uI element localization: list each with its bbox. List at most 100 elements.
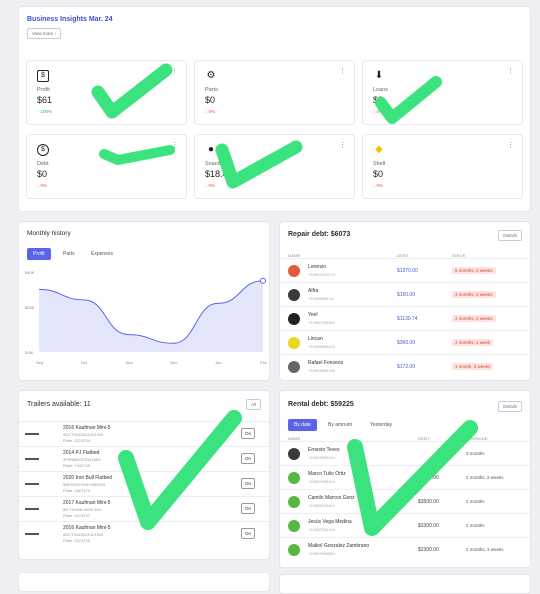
customer-phone: +15592302273 <box>308 272 335 277</box>
avatar <box>288 472 300 484</box>
more-options-icon[interactable]: ⋮ <box>507 67 514 75</box>
customer-name: Jesús Vega Medina <box>308 519 352 525</box>
download-icon: ⬇ <box>374 70 384 81</box>
trailer-plate: Plate: 3274734 <box>63 438 90 443</box>
customer-phone: +15598869445 <box>308 344 335 349</box>
customer-phone: +12032254149 <box>308 527 335 532</box>
table-row[interactable]: Camilo Marcos Gonz +15598294462 $3500.00 2 … <box>280 489 530 514</box>
customer-name: Ernesto Teves <box>308 447 340 453</box>
metric-tile-parts[interactable]: ⚙ ⋮ Parts $0 ↓ 0% <box>194 60 355 125</box>
metric-tile-debt[interactable]: $ ⋮ Debt $0 ↓ 0% <box>26 134 187 199</box>
on-button[interactable]: On <box>241 428 256 439</box>
x-tick-label: Nov <box>126 360 133 365</box>
metric-value: $61 <box>37 95 53 105</box>
customer-phone: +15598855111 <box>308 296 335 301</box>
data-point[interactable] <box>260 277 266 284</box>
metric-change: ↓ 0% <box>205 109 216 114</box>
metric-value: $0 <box>373 95 384 105</box>
table-row[interactable]: Lorenzo +15592302273 $1370.00 5 months, 2 w… <box>280 258 530 283</box>
tab-by-date[interactable]: By date <box>288 419 317 431</box>
metric-tile-snack[interactable]: ● ⋮ Snack $18.4 ↓ 0% <box>194 134 355 199</box>
metric-tile-shell[interactable]: ◆ ⋮ Shell $0 ↓ 0% <box>362 134 523 199</box>
trailer-icon <box>25 483 39 485</box>
more-options-icon[interactable]: ⋮ <box>339 141 346 149</box>
on-button[interactable]: On <box>241 453 256 464</box>
dollar-bill-icon: $ <box>37 70 49 82</box>
on-button[interactable]: On <box>241 478 256 489</box>
trailer-icon <box>25 533 39 535</box>
avatar <box>288 337 300 349</box>
y-tick-label: $-6K <box>25 350 34 355</box>
metric-value: $0 <box>37 169 48 179</box>
on-button[interactable]: On <box>241 528 256 539</box>
snack-icon: ● <box>207 144 215 155</box>
table-row[interactable]: Yeel +13980755352 $1130.74 2 months, 2 week… <box>280 306 530 331</box>
tab-expenses[interactable]: Expenses <box>85 248 119 260</box>
tab-profit[interactable]: Profit <box>27 248 51 260</box>
repair-details-button[interactable]: Details <box>498 230 522 241</box>
customer-phone: +15597866884 <box>308 551 335 556</box>
debt-amount: $150.00 <box>397 292 416 298</box>
table-row[interactable]: Alfra +15598855111 $150.00 3 months, 2 week… <box>280 282 530 307</box>
metric-value: $0 <box>205 95 216 105</box>
view-more-label: View more <box>32 31 54 36</box>
trailers-card: Trailers available: 11 All 2016 Kaufman … <box>18 390 270 560</box>
customer-phone: +15598294462 <box>308 503 335 508</box>
metric-change: ↓ 0% <box>373 109 384 114</box>
x-tick-label: Feb <box>260 360 268 365</box>
overdue-text: 2 months, 3 weeks <box>466 547 504 552</box>
rental-details-button[interactable]: Details <box>498 401 522 412</box>
table-row[interactable]: Rafael Fonseca +15593869198 $172.00 1 month… <box>280 354 530 379</box>
rental-debt-card: Rental debt: $59225 Details By date By a… <box>279 390 531 568</box>
avatar <box>288 544 300 556</box>
customer-name: Alfra <box>308 288 319 294</box>
trailer-row[interactable]: 2014 PJ Flatbed 4P5B8890G3314563 Plate: 74… <box>19 446 269 471</box>
more-options-icon[interactable]: ⋮ <box>171 67 178 75</box>
more-options-icon[interactable]: ⋮ <box>507 141 514 149</box>
customer-name: Rafael Fonseca <box>308 360 344 366</box>
trailers-all-button[interactable]: All <box>245 399 261 410</box>
on-button[interactable]: On <box>241 503 256 514</box>
metric-tile-profit[interactable]: $ ⋮ Profit $61 ↑ 100% <box>26 60 187 125</box>
customer-name: Lincan <box>308 336 323 342</box>
table-row[interactable]: Maikol Gonzalez Zambrano +15597866884 $230… <box>280 537 530 562</box>
trailer-row[interactable]: 2020 Iron Bull Flatbed 5BEDDHD29LO355415 P… <box>19 471 269 496</box>
customer-name: Lorenzo <box>308 264 327 270</box>
more-options-icon[interactable]: ⋮ <box>339 67 346 75</box>
trailer-plate: Plate: 7440749 <box>63 463 90 468</box>
metric-value: $0 <box>373 169 384 179</box>
avatar <box>288 520 300 532</box>
avatar <box>288 361 300 373</box>
trailer-vin: 5DCT34438G1001503 <box>63 432 104 437</box>
trailer-row[interactable]: 2016 Kaufman Mini-5 5DCT34438G1001503 Plat… <box>19 521 269 546</box>
view-more-button[interactable]: View more › <box>27 28 61 39</box>
trailer-name: 2020 Iron Bull Flatbed <box>63 475 112 481</box>
trailer-plate: Plate: 3407470 <box>63 488 90 493</box>
avatar <box>288 496 300 508</box>
customer-name: Camilo Marcos Gonz <box>308 495 355 501</box>
since-badge: 1 month, 2 weeks <box>452 363 494 370</box>
avatar <box>288 265 300 277</box>
table-row[interactable]: Jesús Vega Medina +12032254149 $3300.00 2 m… <box>280 513 530 538</box>
metric-change: ↓ 0% <box>373 183 384 188</box>
table-row[interactable]: Ernesto Teves +15593982340 3 months <box>280 441 530 466</box>
dollar-circle-icon: $ <box>37 144 49 156</box>
trailer-plate: Plate: 3274739 <box>63 538 90 543</box>
bottom-card-right <box>279 574 531 594</box>
table-row[interactable]: Marco Tulio Ortiz +15592989494 $3700.00 2 m… <box>280 465 530 490</box>
tab-by-amount[interactable]: By amount <box>322 419 358 431</box>
more-options-icon[interactable]: ⋮ <box>171 141 178 149</box>
tab-parts[interactable]: Parts <box>57 248 81 260</box>
history-chart: $40K $20K $-6KSep Oct Nov Dec Jan Feb <box>25 270 268 365</box>
trailer-name: 2016 Kaufman Mini-5 <box>63 525 111 531</box>
metric-tile-loans[interactable]: ⬇ ⋮ Loans $0 ↓ 0% <box>362 60 523 125</box>
x-tick-label: Oct <box>81 360 88 365</box>
trailer-row[interactable]: 2016 Kaufman Mini-5 5DCT34438G1001503 Plat… <box>19 421 269 446</box>
table-row[interactable]: Lincan +15598869445 $360.00 2 months, 1 wee… <box>280 330 530 355</box>
trailer-row[interactable]: 2017 Kaufman Mini-5 5D:TD443L06H0 334 Plat… <box>19 496 269 521</box>
trailer-vin: 5DCT34438G1001503 <box>63 532 104 537</box>
tab-yesterday[interactable]: Yesterday <box>364 419 398 431</box>
avatar <box>288 448 300 460</box>
trailer-name: 2016 Kaufman Mini-5 <box>63 425 111 431</box>
y-tick-label: $40K <box>25 270 35 275</box>
